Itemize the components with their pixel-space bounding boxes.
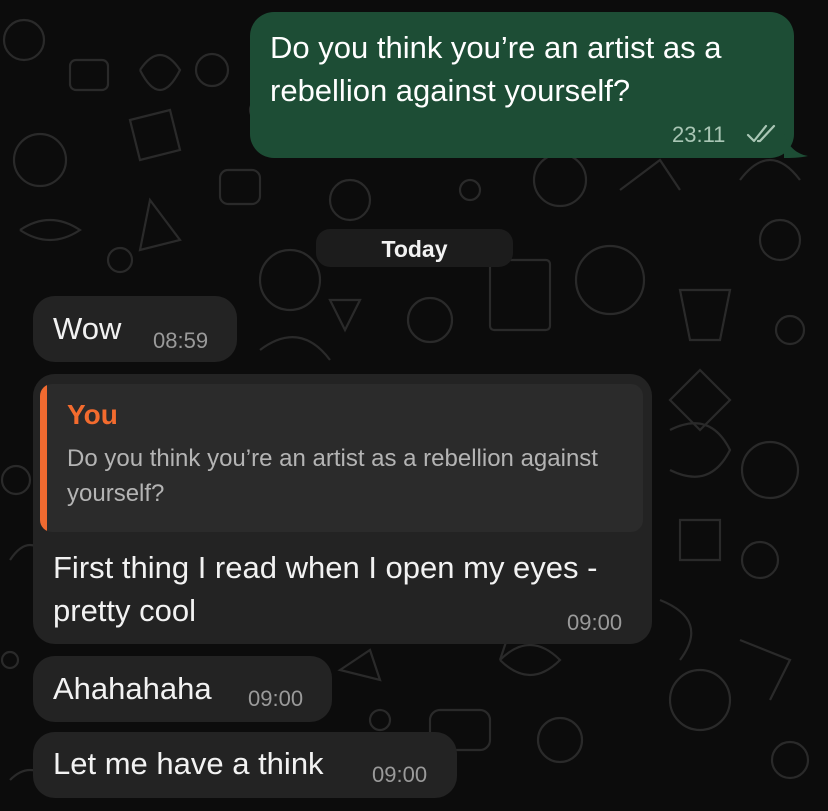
incoming-message-bubble[interactable]: Let me have a think 09:00 bbox=[33, 732, 457, 798]
message-time: 08:59 bbox=[153, 328, 209, 353]
message-text: Wow bbox=[53, 311, 122, 346]
message-time: 23:11 bbox=[672, 122, 726, 147]
message-text: Do you think you’re an artist as a rebel… bbox=[270, 30, 722, 108]
message-time: 09:00 bbox=[567, 610, 623, 635]
outgoing-message-bubble[interactable]: Do you think you’re an artist as a rebel… bbox=[250, 12, 794, 158]
chat-view: Do you think you’re an artist as a rebel… bbox=[0, 0, 828, 811]
quoted-message[interactable]: You Do you think you’re an artist as a r… bbox=[40, 384, 643, 532]
message-text: First thing I read when I open my eyes -… bbox=[53, 550, 598, 628]
quote-accent-bar bbox=[40, 384, 47, 532]
double-check-icon bbox=[746, 122, 780, 146]
quote-author: You bbox=[67, 399, 118, 430]
message-time: 09:00 bbox=[372, 762, 428, 787]
message-text: Ahahahaha bbox=[53, 671, 212, 706]
incoming-message-bubble[interactable]: Wow 08:59 bbox=[33, 296, 237, 362]
date-divider: Today bbox=[316, 229, 513, 267]
outgoing-bubble-tail bbox=[784, 134, 808, 158]
message-time: 09:00 bbox=[248, 686, 304, 711]
quote-text: Do you think you’re an artist as a rebel… bbox=[67, 445, 598, 507]
incoming-message-bubble[interactable]: Ahahahaha 09:00 bbox=[33, 656, 332, 722]
message-text: Let me have a think bbox=[53, 746, 324, 781]
